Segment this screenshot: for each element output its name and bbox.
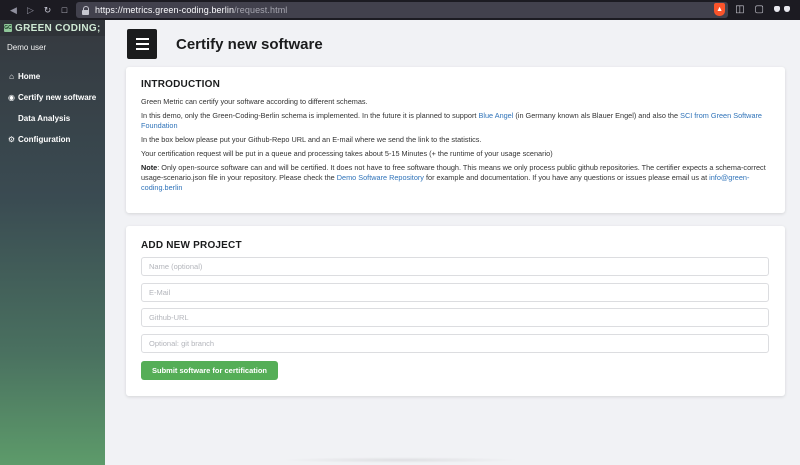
url-host: https://metrics.green-coding.berlin	[95, 5, 235, 15]
browser-right-icons: ▲ ◫ ▢	[714, 3, 790, 16]
url-path: /request.html	[234, 5, 288, 15]
hamburger-icon	[135, 38, 149, 40]
scroll-shadow	[280, 457, 520, 463]
page-title: Certify new software	[176, 36, 323, 53]
intro-text: for example and documentation. If you ha…	[423, 173, 710, 182]
sidebar-item-data-analysis[interactable]: Data Analysis	[0, 108, 105, 129]
bookmark-icon[interactable]: □	[59, 5, 70, 15]
menu-toggle-button[interactable]	[127, 29, 157, 59]
sidebar-item-label: Home	[18, 72, 41, 81]
top-bar: Certify new software	[105, 20, 800, 67]
main-content: Certify new software INTRODUCTION Green …	[105, 20, 800, 465]
cogs-icon: ⚙	[7, 135, 16, 144]
add-project-heading: ADD NEW PROJECT	[141, 240, 242, 251]
logo-badge: GC	[4, 24, 12, 32]
address-bar[interactable]: https://metrics.green-coding.berlin/requ…	[76, 2, 728, 18]
submit-button[interactable]: Submit software for certification	[141, 361, 279, 380]
brave-shield-icon[interactable]: ▲	[714, 3, 726, 16]
intro-paragraph: Your certification request will be put i…	[141, 149, 553, 158]
sidebar-item-certify[interactable]: ◉ Certify new software	[0, 87, 105, 108]
home-icon: ⌂	[9, 72, 14, 81]
reload-icon[interactable]: ↻	[42, 5, 53, 15]
demo-repo-link[interactable]: Demo Software Repository	[337, 173, 424, 182]
intro-text: In this demo, only the Green-Coding-Berl…	[141, 111, 479, 120]
intro-paragraph: Green Metric can certify your software a…	[141, 97, 368, 106]
intro-paragraph: In the box below please put your Github-…	[141, 135, 482, 144]
blue-angel-link[interactable]: Blue Angel	[478, 111, 513, 120]
intro-text: (in Germany known als Blauer Engel) and …	[513, 111, 681, 120]
sidebar-toggle-icon[interactable]: ◀	[8, 5, 19, 15]
note-label: Note	[141, 163, 158, 172]
sidebar: GC GREEN CODING; Demo user ⌂ Home ◉ Cert…	[0, 20, 105, 465]
name-input[interactable]	[141, 257, 769, 276]
browser-nav-icons: ◀ ▷ ↻ □	[0, 5, 70, 15]
logo[interactable]: GC GREEN CODING;	[0, 20, 105, 36]
add-project-card: ADD NEW PROJECT Submit software for cert…	[126, 226, 785, 396]
hamburger-icon	[135, 43, 149, 45]
lock-icon	[82, 5, 90, 15]
git-branch-input[interactable]	[141, 333, 769, 353]
sidebar-item-label: Certify new software	[18, 93, 97, 102]
email-input[interactable]	[141, 282, 769, 302]
hamburger-icon	[135, 48, 149, 50]
user-name: Demo user	[7, 43, 47, 52]
intro-paragraph: In this demo, only the Green-Coding-Berl…	[141, 111, 770, 131]
logo-text: GREEN CODING;	[15, 22, 101, 34]
github-url-input[interactable]	[141, 308, 769, 327]
back-icon[interactable]: ▷	[25, 5, 36, 15]
introduction-heading: INTRODUCTION	[141, 79, 221, 90]
wallet-icon[interactable]: ▢	[755, 3, 764, 16]
private-window-icon	[774, 6, 790, 13]
sidebar-item-label: Data Analysis	[18, 114, 71, 123]
url-text: https://metrics.green-coding.berlin/requ…	[95, 5, 287, 15]
sidebar-item-label: Configuration	[18, 135, 71, 144]
browser-toolbar: ◀ ▷ ↻ □ https://metrics.green-coding.ber…	[0, 0, 800, 20]
sidebar-item-home[interactable]: ⌂ Home	[0, 66, 105, 87]
sidebar-panel-icon[interactable]: ◫	[735, 3, 744, 16]
sidebar-item-configuration[interactable]: ⚙ Configuration	[0, 129, 105, 150]
introduction-card: INTRODUCTION Green Metric can certify yo…	[126, 67, 785, 213]
intro-note: Note: Only open-source software can and …	[141, 163, 770, 193]
certificate-icon: ◉	[8, 93, 15, 102]
